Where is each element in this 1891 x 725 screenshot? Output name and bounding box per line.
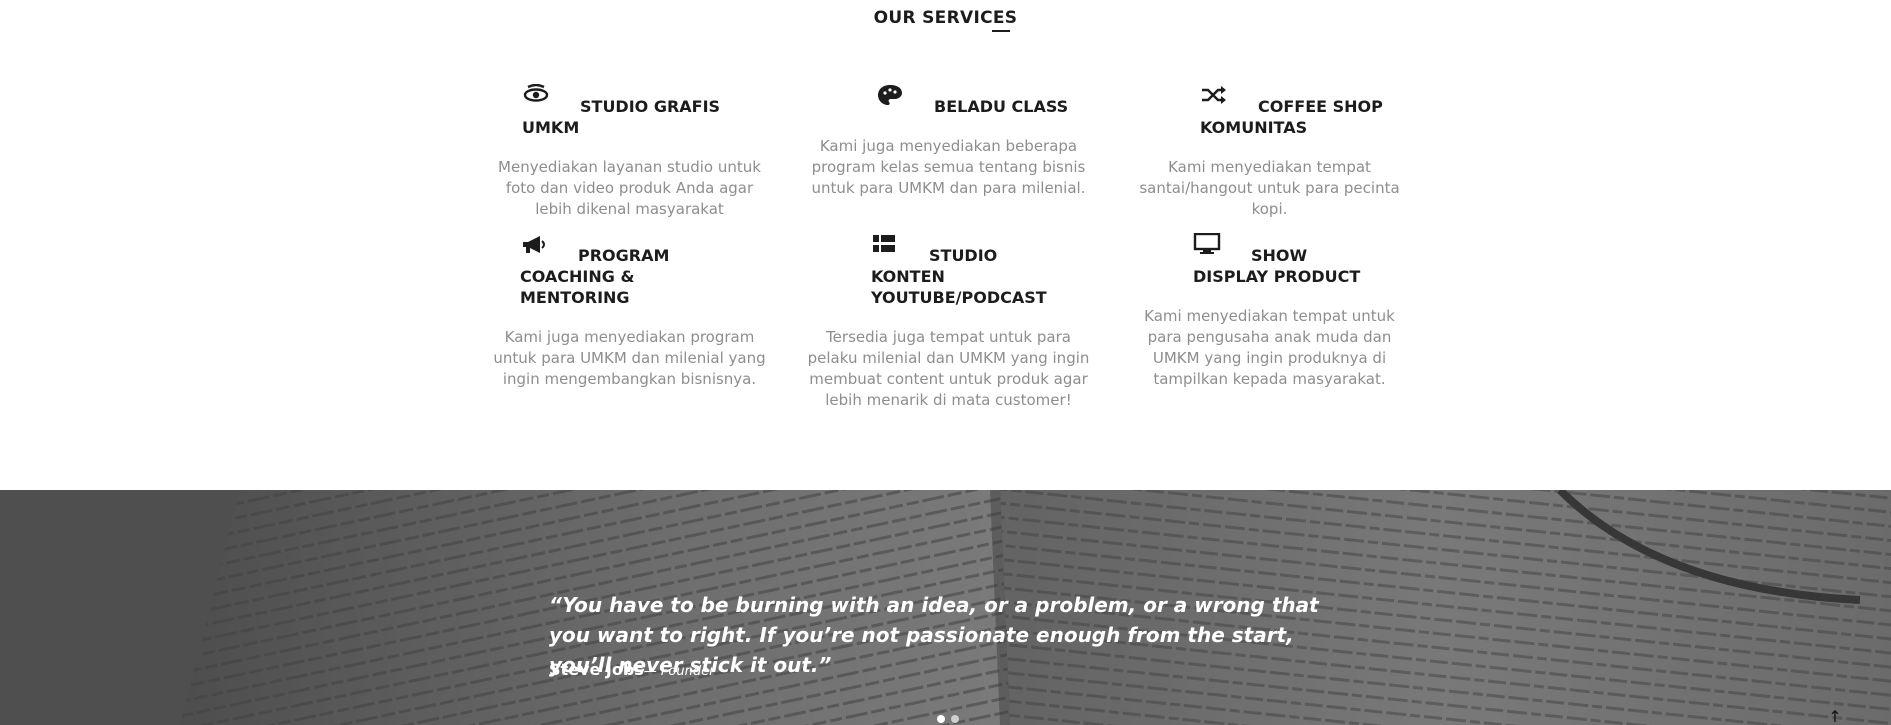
service-title: STUDIO GRAFIS UMKM [522,97,721,137]
service-description: Menyediakan layanan studio untuk foto da… [498,158,761,218]
arrow-up-icon[interactable]: ↑ [1828,708,1842,725]
carousel-dot-2[interactable] [951,715,959,723]
service-description: Tersedia juga tempat untuk para pelaku m… [807,328,1090,409]
carousel-dot-1[interactable] [937,715,945,723]
service-description: Kami juga menyediakan program untuk para… [493,328,766,388]
megaphone-icon [520,233,548,255]
list-grid-icon [871,233,899,255]
service-description: Kami juga menyediakan beberapa program k… [811,137,1086,197]
palette-icon [876,84,904,106]
shuffle-icon [1200,84,1228,106]
eye-icon [522,84,550,106]
service-item-show-display: SHOW DISPLAY PRODUCT Kami menyediakan te… [1127,233,1412,390]
service-description: Kami menyediakan tempat santai/hangout u… [1139,158,1400,218]
testimonial-author: Steve Jobs— Founder [549,660,714,679]
carousel-dots [937,708,965,725]
service-item-coffee-shop: COFFEE SHOP KOMUNITAS Kami menyediakan t… [1127,86,1412,220]
service-item-studio-grafis: STUDIO GRAFIS UMKM Menyediakan layanan s… [487,84,772,220]
service-item-coaching-mentoring: PROGRAM COACHING & MENTORING Kami juga m… [487,236,772,390]
title-underline [992,30,1010,32]
service-description: Kami menyediakan tempat untuk para pengu… [1144,307,1395,388]
services-section: OUR SERVICES STUDIO GRAFIS UMKM Menyedia… [0,0,1891,490]
service-title: BELADU CLASS [934,97,1069,116]
testimonial-section: “You have to be burning with an idea, or… [0,490,1891,725]
service-title: PROGRAM COACHING & MENTORING [520,246,670,307]
author-name: Steve Jobs [549,660,644,679]
author-role: — Founder [643,664,715,679]
section-title: OUR SERVICES [873,8,1018,28]
monitor-icon [1193,233,1221,255]
service-item-beladu-class: BELADU CLASS Kami juga menyediakan beber… [806,85,1091,199]
service-item-studio-konten: STUDIO KONTEN YOUTUBE/PODCAST Tersedia j… [806,235,1091,411]
service-title: STUDIO KONTEN YOUTUBE/PODCAST [871,246,1047,307]
